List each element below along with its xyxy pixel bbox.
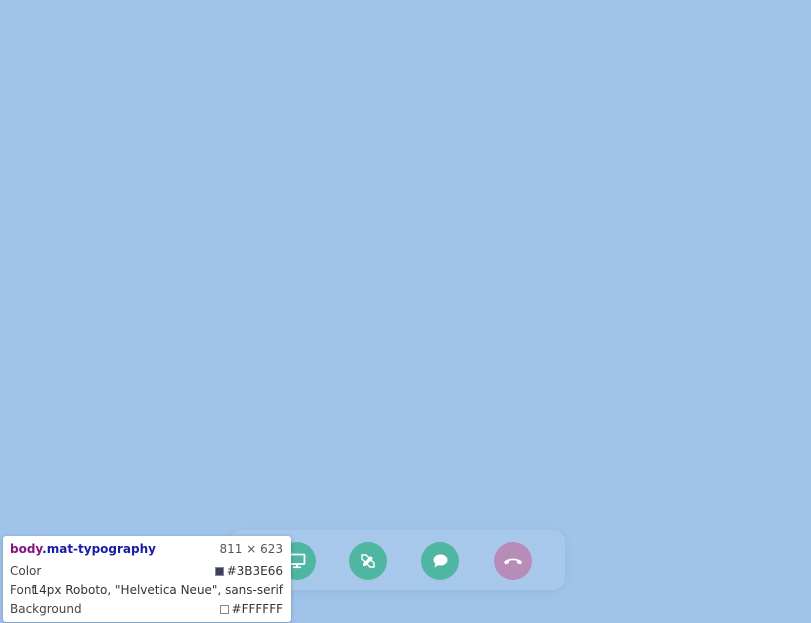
whiteboard-button[interactable] <box>349 542 387 580</box>
inspector-background-row: Background #FFFFFF <box>10 600 283 618</box>
background-swatch-icon <box>219 605 229 614</box>
inspector-background-label: Background <box>10 602 82 616</box>
inspector-color-value: #3B3E66 <box>226 564 283 578</box>
pencil-ruler-icon <box>360 553 376 569</box>
inspector-header: body.mat-typography 811 × 623 <box>10 540 283 558</box>
inspector-class-name: .mat-typography <box>42 542 156 556</box>
inspector-dimensions: 811 × 623 <box>219 542 284 556</box>
inspector-tag-name: body <box>10 542 43 556</box>
chat-button[interactable] <box>421 542 459 580</box>
inspector-background-value-wrap: #FFFFFF <box>219 600 283 618</box>
inspector-background-value: #FFFFFF <box>231 602 283 616</box>
inspector-color-label: Color <box>10 564 42 578</box>
chat-bubble-icon <box>432 553 449 569</box>
phone-hangup-icon <box>503 555 523 567</box>
inspector-color-row: Color #3B3E66 <box>10 562 283 580</box>
inspector-color-value-wrap: #3B3E66 <box>214 562 283 580</box>
inspector-font-value: 14px Roboto, "Helvetica Neue", sans-seri… <box>31 583 283 597</box>
hang-up-button[interactable] <box>494 542 532 580</box>
color-swatch-icon <box>214 567 224 576</box>
inspector-font-row: Font 14px Roboto, "Helvetica Neue", sans… <box>10 581 283 599</box>
element-inspector-tooltip: body.mat-typography 811 × 623 Color #3B3… <box>3 536 291 622</box>
